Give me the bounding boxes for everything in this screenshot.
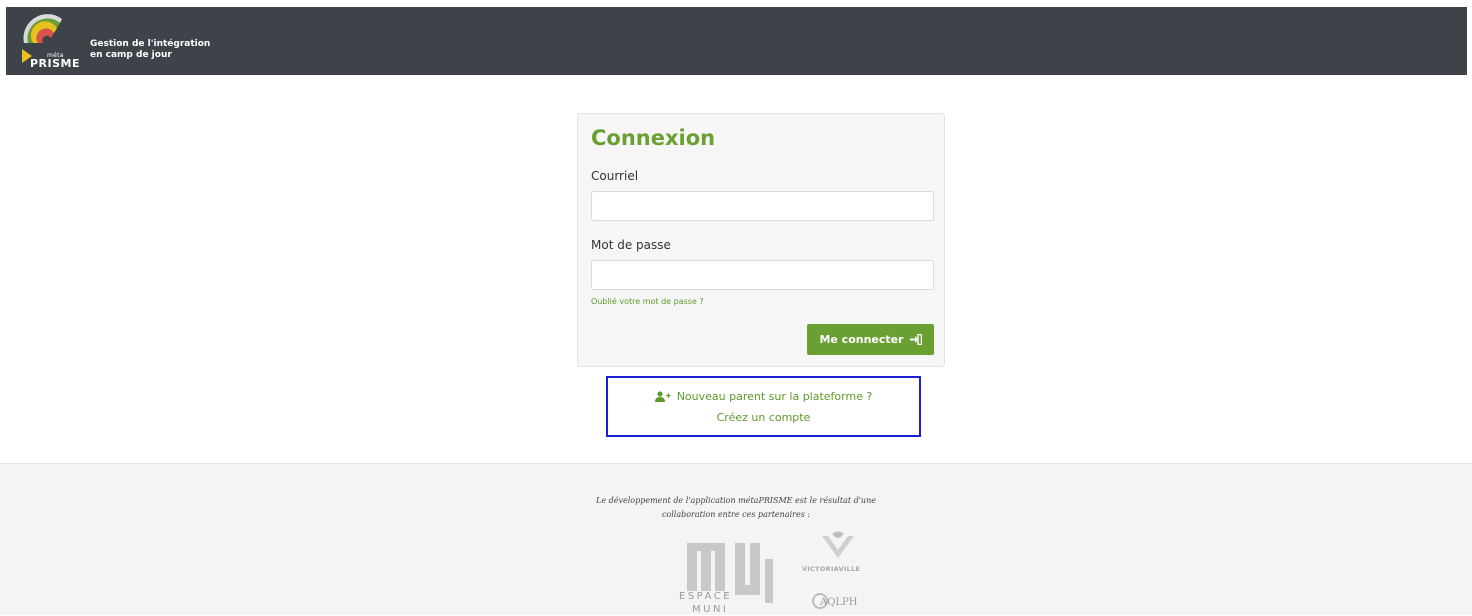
footer-credits-line1: Le développement de l'application métaPR… <box>596 496 876 505</box>
logo-wordmark: PRISME <box>30 57 81 70</box>
password-label: Mot de passe <box>591 238 671 252</box>
login-button[interactable]: Me connecter <box>807 324 934 355</box>
sign-in-icon <box>909 334 922 345</box>
register-question: Nouveau parent sur la plateforme ? <box>676 390 873 403</box>
top-bar: méta PRISME Gestion de l'intégration en … <box>6 7 1467 75</box>
espace-muni-logo: ESPACE MUNI <box>679 543 773 615</box>
login-button-label: Me connecter <box>819 333 904 346</box>
register-question-row: Nouveau parent sur la plateforme ? <box>608 390 919 403</box>
user-plus-icon <box>654 391 671 402</box>
email-field[interactable] <box>591 191 934 221</box>
espace-muni-line2: MUNI <box>692 604 728 615</box>
footer: Le développement de l'application métaPR… <box>0 463 1472 615</box>
footer-credits: Le développement de l'application métaPR… <box>0 494 1472 522</box>
app-title-line2: en camp de jour <box>90 50 172 60</box>
app-title: Gestion de l'intégration en camp de jour <box>90 39 210 61</box>
forgot-password-link[interactable]: Oublié votre mot de passe ? <box>591 297 704 306</box>
aqlph-logo: AQLPH <box>812 593 858 609</box>
login-card: Connexion Courriel Mot de passe Oublié v… <box>577 113 945 367</box>
victoriaville-logo: VICTORIAVILLE <box>802 531 860 573</box>
victoriaville-name: VICTORIAVILLE <box>802 565 860 573</box>
email-label: Courriel <box>591 169 639 183</box>
login-title: Connexion <box>591 126 716 150</box>
aqlph-name: AQLPH <box>819 597 858 608</box>
password-field[interactable] <box>591 260 934 290</box>
espace-muni-line1: ESPACE <box>679 591 732 602</box>
footer-credits-line2: collaboration entre ces partenaires : <box>661 510 811 519</box>
app-title-line1: Gestion de l'intégration <box>90 39 211 49</box>
create-account-link[interactable]: Créez un compte <box>608 411 919 424</box>
register-prompt: Nouveau parent sur la plateforme ? Créez… <box>606 376 921 437</box>
metaprisme-logo[interactable]: méta PRISME <box>16 11 86 71</box>
